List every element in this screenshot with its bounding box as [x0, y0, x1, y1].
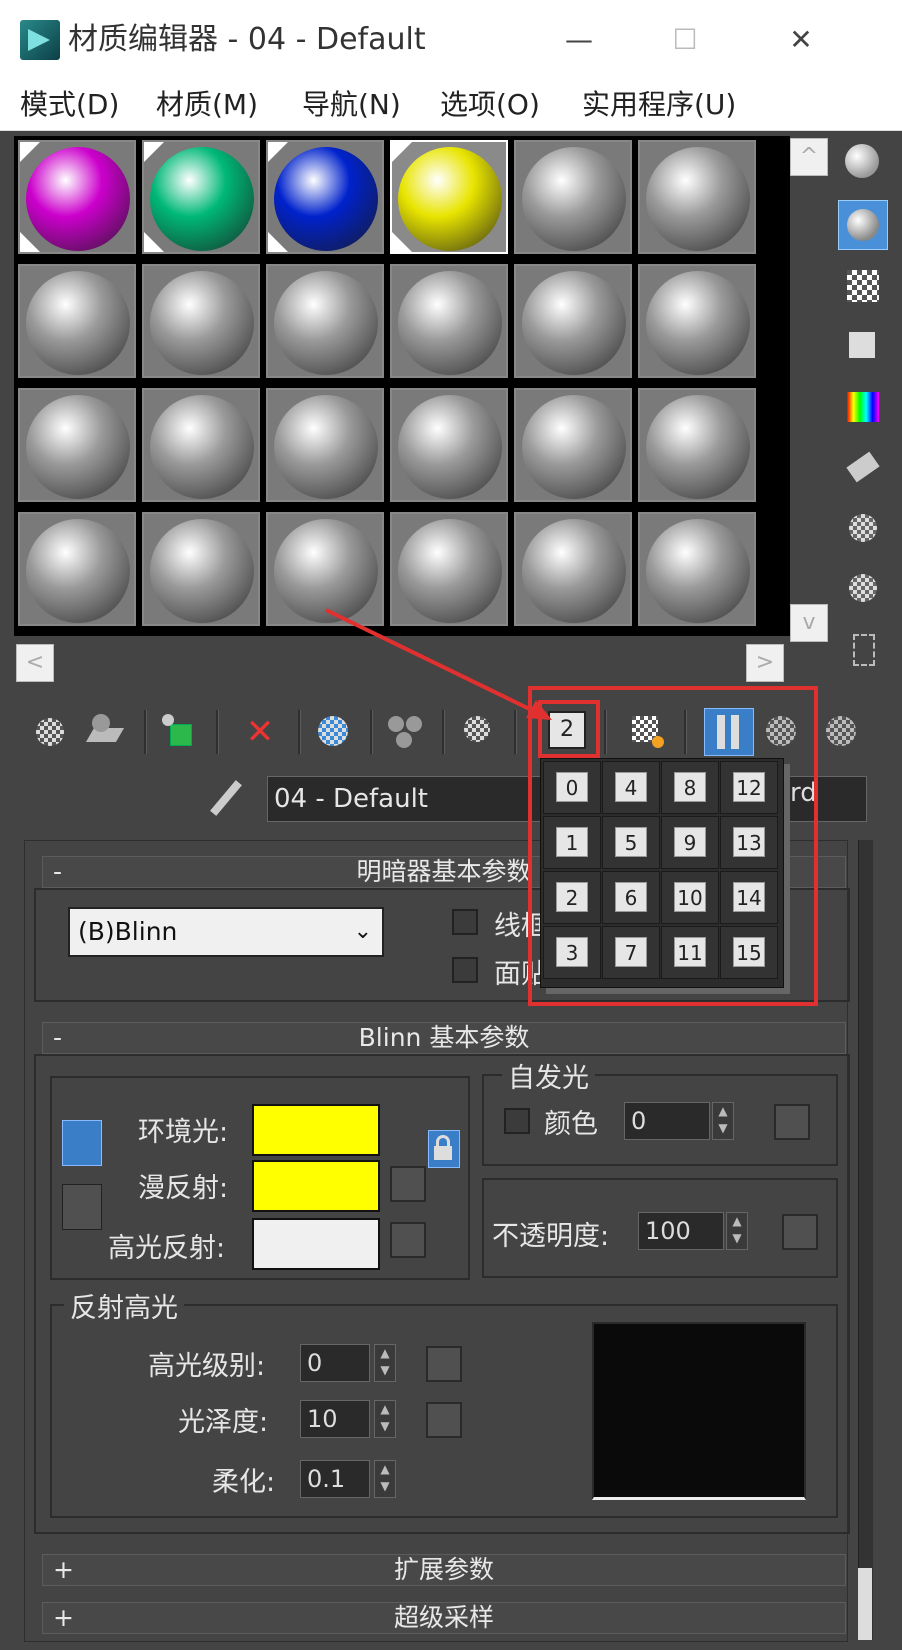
- annotation-arrow: [325, 608, 552, 720]
